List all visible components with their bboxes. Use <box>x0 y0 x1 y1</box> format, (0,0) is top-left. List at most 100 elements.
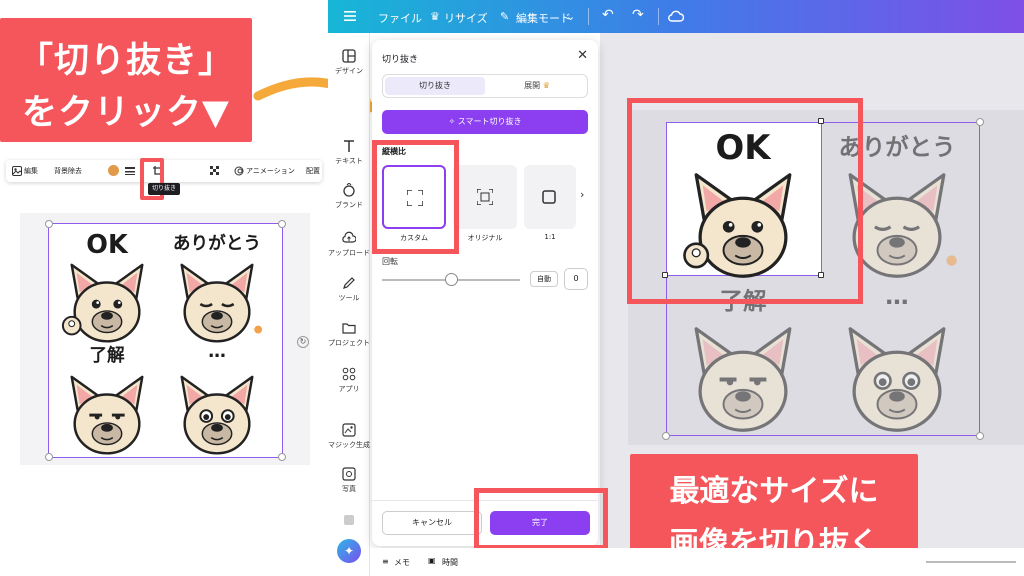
rail-label: テキスト <box>335 157 363 165</box>
position-button[interactable]: 配置 <box>306 166 320 176</box>
chevron-right-icon[interactable]: › <box>580 188 584 201</box>
rail-item-text[interactable]: テキスト <box>328 139 370 166</box>
notes-icon: ≡ <box>382 557 389 566</box>
sticker-caption: … <box>208 342 226 362</box>
rotation-label: 回転 <box>382 257 398 266</box>
bulldog-icon <box>848 327 946 432</box>
rail-item-more[interactable] <box>328 513 370 530</box>
rail-label: ブランド <box>335 201 363 209</box>
rotate-handle-icon[interactable]: ↻ <box>297 336 309 348</box>
rail-item-upload[interactable]: アップロード <box>328 231 370 258</box>
resize-menu[interactable]: リサイズ <box>444 10 488 26</box>
tab-crop[interactable]: 切り抜き <box>385 77 485 95</box>
rail-item-magic-media[interactable]: マジック生成 <box>328 423 370 450</box>
sticker-understood: 了解 <box>678 282 808 443</box>
lines-icon[interactable] <box>125 166 135 176</box>
close-icon[interactable]: ✕ <box>577 48 588 63</box>
callout-left-line2: をクリック▼ <box>22 93 230 133</box>
resize-handle[interactable] <box>976 432 984 440</box>
crop-highlight-frame <box>627 98 863 304</box>
bulldog-icon <box>61 264 144 343</box>
more-icon <box>344 515 354 525</box>
bg-remove-button[interactable]: 背景除去 <box>54 166 82 176</box>
bottom-bar: ≡ メモ ▣ 時間 <box>370 548 1024 576</box>
rail-item-tools[interactable]: ツール <box>328 276 370 303</box>
tab-expand[interactable]: 展開 ♛ <box>487 77 587 95</box>
sticker-understood: 了解 <box>58 342 156 464</box>
rail-label: アップロード <box>328 249 370 257</box>
rail-item-design[interactable]: デザイン <box>328 49 370 76</box>
cancel-button[interactable]: キャンセル <box>382 511 482 535</box>
edit-button[interactable]: 編集 <box>24 166 38 176</box>
folder-icon <box>342 323 356 334</box>
bulldog-icon <box>180 376 254 455</box>
resize-handle[interactable] <box>976 118 984 126</box>
tab-expand-label: 展開 <box>524 81 541 90</box>
ratio-label-square: 1:1 <box>544 233 556 241</box>
brand-icon <box>343 183 355 197</box>
transparency-icon[interactable] <box>210 166 220 176</box>
bulldog-icon <box>70 376 144 455</box>
color-swatch[interactable] <box>108 165 119 176</box>
resize-handle[interactable] <box>45 453 53 461</box>
photo-icon <box>342 467 356 481</box>
divider <box>658 8 659 25</box>
divider <box>588 8 589 25</box>
animation-icon <box>234 166 244 176</box>
rail-label: アプリ <box>338 385 360 393</box>
magic-media-icon <box>342 423 356 437</box>
rail-item-projects[interactable]: プロジェクト <box>328 321 370 348</box>
layout-icon <box>342 49 356 63</box>
crown-icon: ♛ <box>430 10 440 23</box>
resize-handle[interactable] <box>45 220 53 228</box>
notes-button[interactable]: メモ <box>394 557 410 568</box>
rail-item-apps[interactable]: アプリ <box>328 367 370 394</box>
resize-handle[interactable] <box>278 453 286 461</box>
redo-icon[interactable]: ↷ <box>632 7 644 23</box>
panel-title: 切り抜き <box>382 55 419 65</box>
auto-rotate-button[interactable]: 自動 <box>530 271 558 287</box>
sticker-caption: OK <box>86 230 128 260</box>
pencil-icon: ✎ <box>500 10 510 23</box>
sticker-ellipsis: … <box>168 342 266 464</box>
file-menu[interactable]: ファイル <box>378 10 422 26</box>
pen-icon <box>343 277 355 289</box>
edit-mode-menu[interactable]: 編集モード <box>516 10 571 26</box>
sticker-ellipsis: … <box>832 282 962 443</box>
sticker-ok: OK <box>58 230 156 352</box>
magic-sparkle-icon[interactable]: ✦ <box>337 539 361 563</box>
timer-button[interactable]: 時間 <box>442 557 458 568</box>
bulldog-icon <box>694 327 792 432</box>
callout-left: 「切り抜き」 をクリック▼ <box>0 18 252 142</box>
resize-handle[interactable] <box>278 220 286 228</box>
text-icon <box>344 140 354 152</box>
smart-crop-button[interactable]: ✧ スマート切り抜き <box>382 110 588 134</box>
apps-grid-icon <box>342 367 356 381</box>
element-toolbar: 編集 背景除去 アニメーション 配置 <box>6 160 322 182</box>
rotation-slider-knob[interactable] <box>445 273 458 286</box>
resize-handle[interactable] <box>662 432 670 440</box>
rail-label: デザイン <box>335 67 363 75</box>
rail-label: 写真 <box>342 485 356 493</box>
callout-right-line1: 最適なサイズに <box>669 474 879 509</box>
ratio-option-square[interactable] <box>524 165 576 229</box>
ratio-option-original[interactable] <box>453 165 517 229</box>
zoom-slider[interactable] <box>926 561 1016 563</box>
rail-item-brand[interactable]: ブランド <box>328 183 370 210</box>
image-icon <box>12 166 22 176</box>
timer-icon: ▣ <box>428 556 436 565</box>
undo-icon[interactable]: ↶ <box>602 7 614 23</box>
sticker-caption: ありがとう <box>172 234 262 254</box>
cloud-check-icon[interactable] <box>668 9 684 23</box>
animation-button[interactable]: アニメーション <box>246 166 295 176</box>
editor-topbar: ファイル ♛ リサイズ ✎ 編集モード ⌄ ↶ ↷ <box>328 0 1024 33</box>
rail-item-photos[interactable]: 写真 <box>328 467 370 494</box>
original-image-icon <box>477 189 493 205</box>
sticker-thanks: ありがとう <box>168 230 266 352</box>
menu-icon[interactable] <box>344 11 356 21</box>
crop-panel: 切り抜き ✕ 切り抜き 展開 ♛ ✧ スマート切り抜き 縦横比 カスタム オリジ… <box>372 40 598 546</box>
rotation-value-input[interactable]: 0 <box>564 268 588 290</box>
crop-tooltip: 切り抜き <box>148 183 180 195</box>
chevron-down-icon[interactable]: ⌄ <box>566 10 575 23</box>
sparkle-icon: ✧ <box>448 117 456 126</box>
